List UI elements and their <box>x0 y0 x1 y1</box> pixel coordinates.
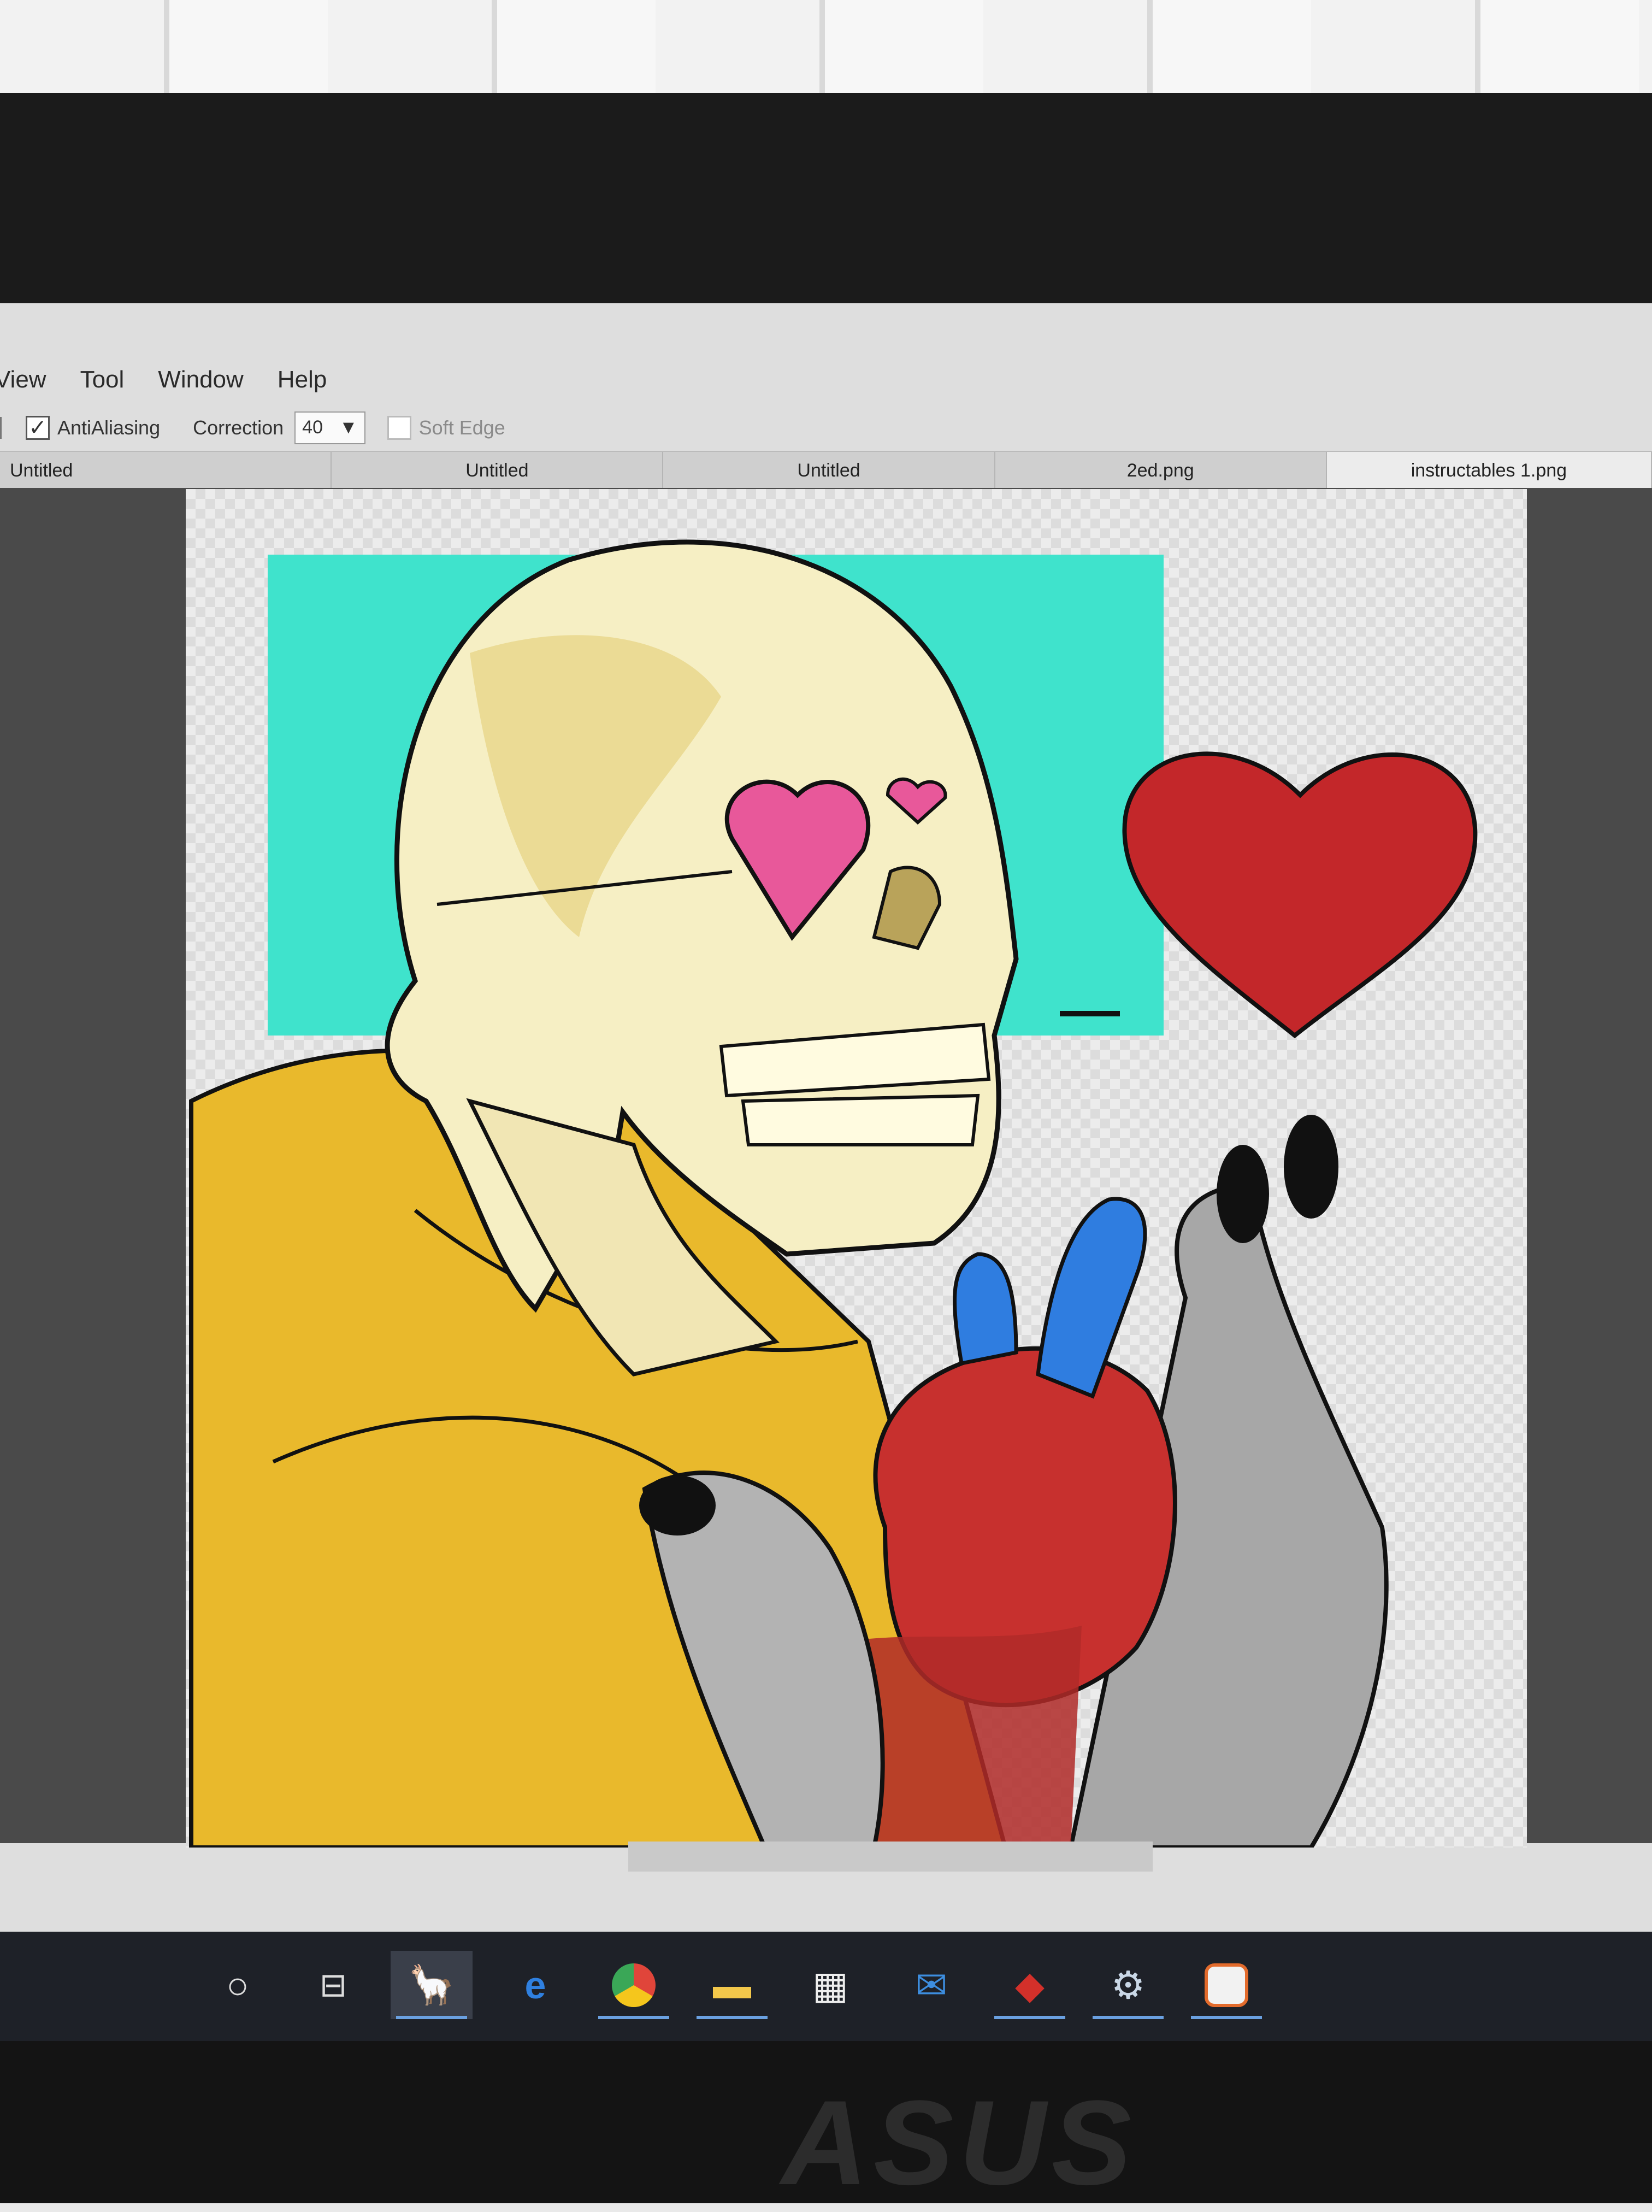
file-explorer-icon[interactable]: ▬ <box>691 1951 773 2019</box>
firefox-icon[interactable] <box>1185 1951 1267 2019</box>
taskbar: ○ ⊟ 🦙 e ▬ ▦ ✉ ◆ ⚙ <box>0 1932 1652 2041</box>
tab-untitled-1[interactable]: Untitled <box>0 452 332 489</box>
antialiasing-checkbox[interactable]: ✓ <box>26 415 50 440</box>
claw-3 <box>639 1475 716 1536</box>
chrome-icon[interactable] <box>593 1951 675 2019</box>
menu-help[interactable]: Help <box>278 366 327 393</box>
chevron-down-icon: ▼ <box>339 417 358 438</box>
store-icon[interactable]: ▦ <box>789 1951 871 2019</box>
correction-dropdown[interactable]: 40 ▼ <box>294 411 365 444</box>
antialiasing-label: AntiAliasing <box>57 416 161 439</box>
paint-app-icon[interactable]: 🦙 <box>391 1951 473 2019</box>
asus-logo: ASUS <box>781 2075 1137 2210</box>
drawing-canvas[interactable] <box>186 489 1527 1848</box>
blue-vein-left <box>953 1252 1018 1366</box>
menu-bar: View Tool Window Help <box>0 355 1652 404</box>
menu-view[interactable]: View <box>0 366 46 393</box>
menu-tool[interactable]: Tool <box>80 366 125 393</box>
soft-edge-checkbox[interactable] <box>387 415 411 440</box>
red-heart <box>1122 751 1478 1039</box>
tab-instructables-1[interactable]: instructables 1.png <box>1326 452 1652 489</box>
artwork <box>189 539 1478 1848</box>
blue-vein-right <box>1036 1197 1147 1399</box>
tool-options-bar: ✓ AntiAliasing Correction 40 ▼ Soft Edge <box>0 402 1652 454</box>
soft-edge-label: Soft Edge <box>418 416 505 439</box>
monitor-bezel-top <box>0 93 1652 306</box>
app-red-icon[interactable]: ◆ <box>989 1951 1071 2019</box>
document-tabs: Untitled Untitled Untitled 2ed.png instr… <box>0 451 1652 490</box>
cortana-icon[interactable]: ○ <box>197 1951 279 2019</box>
tab-2ed-png[interactable]: 2ed.png <box>995 452 1327 489</box>
wall-background <box>0 0 1652 104</box>
claw-1 <box>1217 1145 1269 1243</box>
toolbar-edge <box>0 416 9 439</box>
claw-2 <box>1284 1115 1338 1219</box>
correction-label: Correction <box>193 416 284 439</box>
screen: View Tool Window Help ✓ AntiAliasing Cor… <box>0 303 1652 1932</box>
steam-icon[interactable]: ⚙ <box>1087 1951 1169 2019</box>
teeth-lower <box>741 1093 980 1146</box>
correction-value: 40 <box>302 417 323 438</box>
task-view-icon[interactable]: ⊟ <box>292 1951 374 2019</box>
menu-window[interactable]: Window <box>158 366 244 393</box>
edge-icon[interactable]: e <box>494 1951 576 2019</box>
mail-icon[interactable]: ✉ <box>890 1951 972 2019</box>
tab-untitled-2[interactable]: Untitled <box>332 452 664 489</box>
horizontal-scrollbar[interactable] <box>628 1842 1153 1872</box>
tab-untitled-3[interactable]: Untitled <box>663 452 995 489</box>
